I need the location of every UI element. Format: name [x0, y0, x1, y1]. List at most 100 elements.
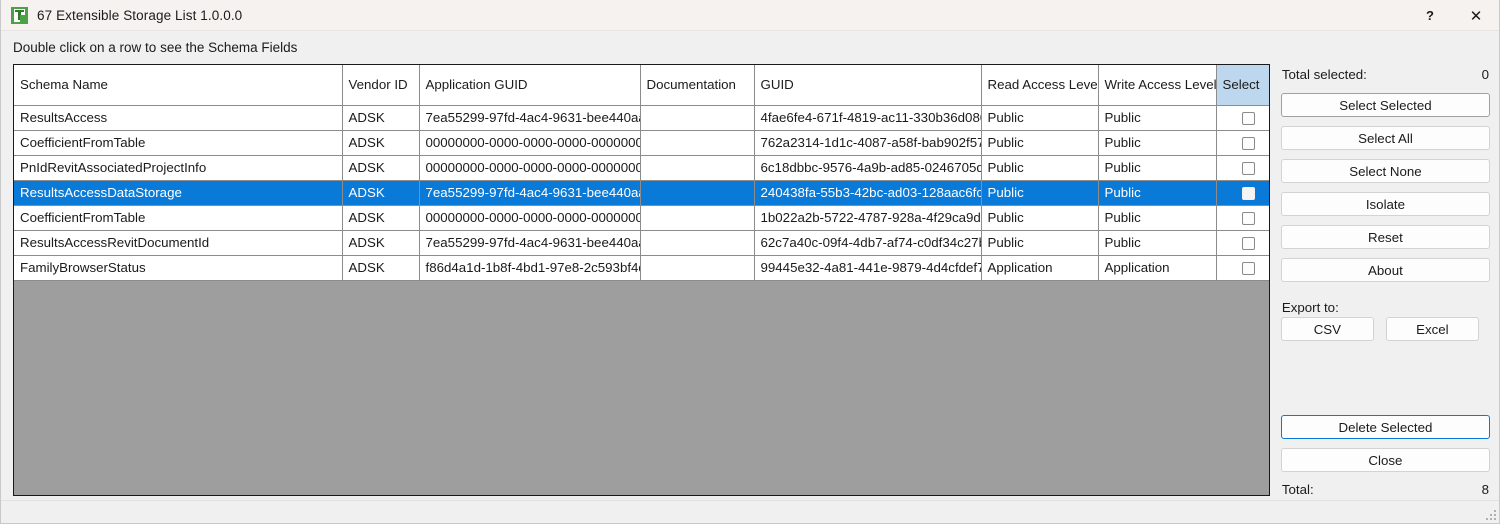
- status-bar: [1, 500, 1499, 523]
- total-row: Total: 8: [1281, 480, 1490, 499]
- column-header-documentation[interactable]: Documentation: [640, 65, 755, 106]
- cell-application-guid: 00000000-0000-0000-0000-000000000000: [419, 155, 641, 181]
- total-label: Total:: [1281, 482, 1314, 497]
- row-select-checkbox[interactable]: [1241, 211, 1255, 225]
- total-selected-value: 0: [1481, 67, 1489, 82]
- cell-select[interactable]: [1216, 205, 1269, 231]
- cell-documentation: [640, 205, 755, 231]
- cell-guid: 762a2314-1d1c-4087-a58f-bab902f57be5: [754, 130, 982, 156]
- cell-application-guid: 00000000-0000-0000-0000-000000000000: [419, 130, 641, 156]
- export-excel-button[interactable]: Excel: [1385, 317, 1479, 341]
- cell-read-access-level: Application: [981, 255, 1099, 281]
- cell-documentation: [640, 130, 755, 156]
- cell-vendor-id: ADSK: [342, 230, 420, 256]
- cell-read-access-level: Public: [981, 155, 1099, 181]
- resize-grip[interactable]: [1484, 508, 1496, 520]
- isolate-button[interactable]: Isolate: [1280, 192, 1490, 216]
- cell-schema-name: ResultsAccess: [14, 105, 343, 131]
- schema-table: Schema Name Vendor ID Application GUID D…: [14, 65, 1269, 281]
- close-button[interactable]: Close: [1280, 448, 1490, 472]
- table-row[interactable]: PnIdRevitAssociatedProjectInfo ADSK 000000…: [14, 155, 1269, 181]
- side-panel: Total selected: 0 Select Selected Select…: [1280, 64, 1490, 499]
- title-bar: 67 Extensible Storage List 1.0.0.0 ? ✕: [1, 0, 1499, 31]
- cell-guid: 99445e32-4a81-441e-9879-4d4cfdef7aaa: [754, 255, 982, 281]
- column-header-application-guid[interactable]: Application GUID: [419, 65, 641, 106]
- column-header-read-access-level[interactable]: Read Access Level: [981, 65, 1099, 106]
- table-row[interactable]: ResultsAccess ADSK 7ea55299-97fd-4ac4-9631…: [14, 105, 1269, 131]
- cell-vendor-id: ADSK: [342, 155, 420, 181]
- table-row[interactable]: CoefficientFromTable ADSK 00000000-0000-00…: [14, 205, 1269, 231]
- cell-documentation: [640, 105, 755, 131]
- cell-vendor-id: ADSK: [342, 255, 420, 281]
- cell-select[interactable]: [1216, 230, 1269, 256]
- cell-schema-name: ResultsAccessRevitDocumentId: [14, 230, 343, 256]
- cell-select[interactable]: [1216, 180, 1269, 206]
- table-row[interactable]: CoefficientFromTable ADSK 00000000-0000-00…: [14, 130, 1269, 156]
- table-row[interactable]: FamilyBrowserStatus ADSK f86d4a1d-1b8f-4bd…: [14, 255, 1269, 281]
- cell-write-access-level: Public: [1098, 180, 1217, 206]
- table-row[interactable]: ResultsAccessRevitDocumentId ADSK 7ea55299…: [14, 230, 1269, 256]
- total-selected-row: Total selected: 0: [1281, 65, 1490, 84]
- cell-read-access-level: Public: [981, 180, 1099, 206]
- cell-application-guid: 7ea55299-97fd-4ac4-9631-bee440aab8ac: [419, 230, 641, 256]
- export-buttons-row: CSV Excel: [1280, 317, 1490, 341]
- cell-schema-name: PnIdRevitAssociatedProjectInfo: [14, 155, 343, 181]
- row-select-checkbox[interactable]: [1241, 186, 1255, 200]
- select-selected-button[interactable]: Select Selected: [1280, 93, 1490, 117]
- cell-vendor-id: ADSK: [342, 180, 420, 206]
- cell-application-guid: 00000000-0000-0000-0000-000000000000: [419, 205, 641, 231]
- table-header-row: Schema Name Vendor ID Application GUID D…: [14, 65, 1269, 106]
- cell-read-access-level: Public: [981, 130, 1099, 156]
- help-button[interactable]: ?: [1407, 0, 1453, 31]
- cell-application-guid: f86d4a1d-1b8f-4bd1-97e8-2c593bf4d419: [419, 255, 641, 281]
- export-to-label: Export to:: [1281, 298, 1490, 317]
- column-header-select[interactable]: Select: [1216, 65, 1269, 106]
- column-header-guid[interactable]: GUID: [754, 65, 982, 106]
- cell-vendor-id: ADSK: [342, 205, 420, 231]
- delete-selected-button[interactable]: Delete Selected: [1280, 415, 1490, 439]
- schema-table-container[interactable]: Schema Name Vendor ID Application GUID D…: [13, 64, 1270, 496]
- app-window: 67 Extensible Storage List 1.0.0.0 ? ✕ D…: [0, 0, 1500, 524]
- cell-guid: 1b022a2b-5722-4787-928a-4f29ca9d8811: [754, 205, 982, 231]
- cell-schema-name: FamilyBrowserStatus: [14, 255, 343, 281]
- cell-write-access-level: Public: [1098, 155, 1217, 181]
- select-all-button[interactable]: Select All: [1280, 126, 1490, 150]
- cell-select[interactable]: [1216, 155, 1269, 181]
- row-select-checkbox[interactable]: [1241, 261, 1255, 275]
- table-body: ResultsAccess ADSK 7ea55299-97fd-4ac4-9631…: [14, 105, 1269, 281]
- cell-read-access-level: Public: [981, 205, 1099, 231]
- cell-select[interactable]: [1216, 130, 1269, 156]
- reset-button[interactable]: Reset: [1280, 225, 1490, 249]
- title-bar-buttons: ? ✕: [1407, 0, 1499, 31]
- cell-write-access-level: Public: [1098, 130, 1217, 156]
- total-selected-label: Total selected:: [1281, 67, 1367, 82]
- about-button[interactable]: About: [1280, 258, 1490, 282]
- cell-read-access-level: Public: [981, 105, 1099, 131]
- cell-write-access-level: Public: [1098, 105, 1217, 131]
- cell-schema-name: ResultsAccessDataStorage: [14, 180, 343, 206]
- cell-write-access-level: Application: [1098, 255, 1217, 281]
- table-row[interactable]: ResultsAccessDataStorage ADSK 7ea55299-97f…: [14, 180, 1269, 206]
- row-select-checkbox[interactable]: [1241, 236, 1255, 250]
- cell-documentation: [640, 155, 755, 181]
- cell-select[interactable]: [1216, 105, 1269, 131]
- row-select-checkbox[interactable]: [1241, 111, 1255, 125]
- close-icon[interactable]: ✕: [1453, 0, 1499, 31]
- cell-vendor-id: ADSK: [342, 130, 420, 156]
- cell-documentation: [640, 255, 755, 281]
- cell-read-access-level: Public: [981, 230, 1099, 256]
- column-header-schema-name[interactable]: Schema Name: [14, 65, 343, 106]
- row-select-checkbox[interactable]: [1241, 161, 1255, 175]
- row-select-checkbox[interactable]: [1241, 136, 1255, 150]
- export-csv-button[interactable]: CSV: [1280, 317, 1374, 341]
- cell-documentation: [640, 180, 755, 206]
- column-header-vendor-id[interactable]: Vendor ID: [342, 65, 420, 106]
- select-none-button[interactable]: Select None: [1280, 159, 1490, 183]
- cell-select[interactable]: [1216, 255, 1269, 281]
- cell-write-access-level: Public: [1098, 230, 1217, 256]
- app-logo-icon: [11, 6, 28, 24]
- column-header-write-access-level[interactable]: Write Access Level: [1098, 65, 1217, 106]
- cell-schema-name: CoefficientFromTable: [14, 130, 343, 156]
- cell-guid: 4fae6fe4-671f-4819-ac11-330b36d080f2: [754, 105, 982, 131]
